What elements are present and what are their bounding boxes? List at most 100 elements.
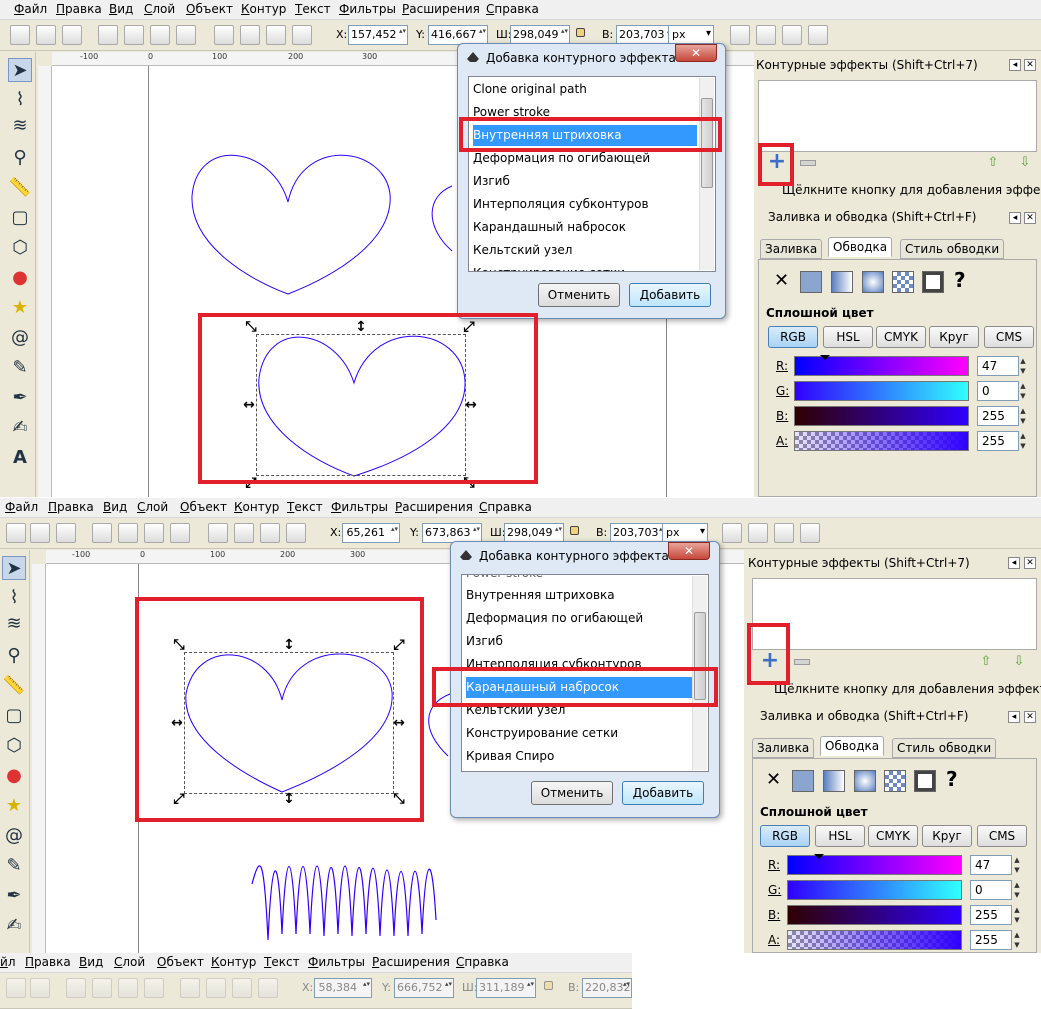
pen-icon[interactable]: ✒ [8, 386, 32, 410]
units-select[interactable]: px [662, 523, 708, 543]
effect-list[interactable]: Power stroke Внутренняя штриховка Деформ… [461, 574, 709, 772]
rotate-cw-icon[interactable] [124, 25, 144, 45]
select-all-layers-icon[interactable] [30, 978, 50, 998]
rotate-ccw-icon[interactable] [66, 978, 86, 998]
linear-gradient-icon[interactable] [831, 271, 853, 293]
move-down-icon[interactable]: ⇩ [1011, 654, 1027, 670]
scale-handle-icon[interactable]: ⤢ [172, 792, 186, 806]
mode-cms-button[interactable]: CMS [977, 825, 1027, 847]
channel-r-marker[interactable] [814, 854, 824, 859]
box3d-icon[interactable]: ⬡ [2, 734, 26, 758]
tweak-icon[interactable]: ≋ [8, 114, 32, 138]
ellipse-icon[interactable]: ● [8, 266, 32, 290]
mode-cmyk-button[interactable]: CMYK [876, 326, 926, 348]
rotate-cw-icon[interactable] [118, 523, 138, 543]
scale-handle-icon[interactable]: ⤡ [244, 320, 258, 334]
flip-vertical-icon[interactable] [170, 523, 190, 543]
scale-handle-icon[interactable]: ↔ [464, 398, 478, 412]
ellipse-icon[interactable]: ● [2, 764, 26, 788]
menu-edit[interactable]: Правка [48, 500, 94, 514]
list-item[interactable]: Power stroke [473, 102, 697, 123]
lower-to-bottom-icon[interactable] [258, 978, 278, 998]
flip-horizontal-icon[interactable] [144, 523, 164, 543]
menu-layer[interactable]: Слой [137, 500, 168, 514]
no-paint-icon[interactable]: ✕ [766, 769, 781, 790]
x-field[interactable]: 157,452 [348, 25, 408, 45]
add-button[interactable]: Добавить [629, 283, 711, 307]
list-item[interactable]: Clone original path [473, 79, 697, 100]
x-field[interactable]: 58,384 [314, 978, 372, 998]
x-field[interactable]: 65,261 [342, 523, 400, 543]
channel-g-spin[interactable]: ▲ ▼ [1018, 381, 1028, 401]
lpe-list[interactable] [758, 80, 1037, 152]
lower-icon[interactable] [260, 523, 280, 543]
mode-cmyk-button[interactable]: CMYK [868, 825, 918, 847]
mode-rgb-button[interactable]: RGB [768, 326, 818, 348]
tab-stroke-style[interactable]: Стиль обводки [900, 239, 1005, 259]
channel-b-spin[interactable]: ▲ ▼ [1018, 406, 1028, 426]
snap-guide-icon[interactable] [774, 523, 794, 543]
measure-icon[interactable]: 📏 [8, 176, 32, 200]
channel-a-spin[interactable]: ▲ ▼ [1012, 930, 1022, 950]
close-icon[interactable]: ✕ [668, 542, 710, 560]
select-all-layers-icon[interactable] [30, 523, 50, 543]
channel-a-field[interactable]: 255 [977, 431, 1019, 451]
snap-nodes-icon[interactable] [748, 523, 768, 543]
scale-handle-icon[interactable]: ⤡ [462, 476, 476, 490]
flat-color-icon[interactable] [792, 770, 814, 792]
tab-stroke[interactable]: Обводка [828, 237, 893, 257]
y-field[interactable]: 673,863 [422, 523, 482, 543]
move-down-icon[interactable]: ⇩ [1017, 155, 1033, 171]
width-field[interactable]: 298,049 [510, 25, 570, 45]
menu-path[interactable]: Контур [211, 955, 256, 969]
selector-icon[interactable]: ➤ [8, 58, 32, 82]
scale-handle-icon[interactable]: ⤡ [392, 792, 406, 806]
add-effect-icon[interactable]: + [760, 650, 780, 672]
panel-close-icon[interactable]: ✕ [1024, 59, 1036, 71]
rect-icon[interactable]: ▢ [2, 704, 26, 728]
units-select[interactable]: px [668, 25, 714, 45]
tab-fill[interactable]: Заливка [760, 239, 823, 259]
flip-horizontal-icon[interactable] [118, 978, 138, 998]
mode-wheel-button[interactable]: Круг [922, 825, 972, 847]
width-field[interactable]: 298,049 [504, 523, 564, 543]
menu-path[interactable]: Контур [241, 2, 286, 16]
list-item-selected[interactable]: Карандашный набросок [466, 677, 694, 698]
select-all-icon[interactable] [10, 25, 30, 45]
raise-to-top-icon[interactable] [208, 523, 228, 543]
rotate-ccw-icon[interactable] [92, 523, 112, 543]
list-item[interactable]: Интерполяция субконтуров [466, 654, 690, 675]
snap-nodes-icon[interactable] [756, 25, 776, 45]
y-field[interactable]: 416,667 [428, 25, 488, 45]
flip-vertical-icon[interactable] [176, 25, 196, 45]
star-icon[interactable]: ★ [2, 794, 26, 818]
lower-to-bottom-icon[interactable] [286, 523, 306, 543]
lpe-list[interactable] [752, 578, 1037, 650]
zoom-icon[interactable]: ⚲ [8, 146, 32, 170]
scale-handle-icon[interactable]: ↔ [242, 398, 256, 412]
add-effect-icon[interactable]: + [767, 151, 787, 173]
tweak-icon[interactable]: ≋ [2, 612, 26, 636]
raise-icon[interactable] [206, 978, 226, 998]
height-field[interactable]: 203,703 [610, 523, 668, 543]
menu-extensions[interactable]: Расширения [372, 955, 450, 969]
list-item[interactable]: Power stroke [466, 575, 690, 584]
deselect-icon[interactable] [56, 523, 76, 543]
list-item[interactable]: Конструирование сетки [466, 723, 690, 744]
star-icon[interactable]: ★ [8, 296, 32, 320]
list-item[interactable]: Интерполяция субконтуров [473, 194, 697, 215]
tab-stroke-style[interactable]: Стиль обводки [892, 738, 997, 758]
mode-hsl-button[interactable]: HSL [815, 825, 865, 847]
menu-edit[interactable]: Правка [25, 955, 71, 969]
flip-vertical-icon[interactable] [144, 978, 164, 998]
channel-a-field[interactable]: 255 [970, 930, 1012, 950]
list-scrollbar[interactable] [699, 78, 714, 270]
measure-icon[interactable]: 📏 [2, 674, 26, 698]
lower-to-bottom-icon[interactable] [292, 25, 312, 45]
box3d-icon[interactable]: ⬡ [8, 236, 32, 260]
channel-a-spin[interactable]: ▲ ▼ [1018, 431, 1028, 451]
scale-handle-icon[interactable]: ↕ [282, 638, 296, 652]
list-item[interactable]: Кривая Спиро [466, 746, 690, 767]
pen-icon[interactable]: ✒ [2, 884, 26, 908]
list-item[interactable]: Карандашный набросок [473, 217, 697, 238]
